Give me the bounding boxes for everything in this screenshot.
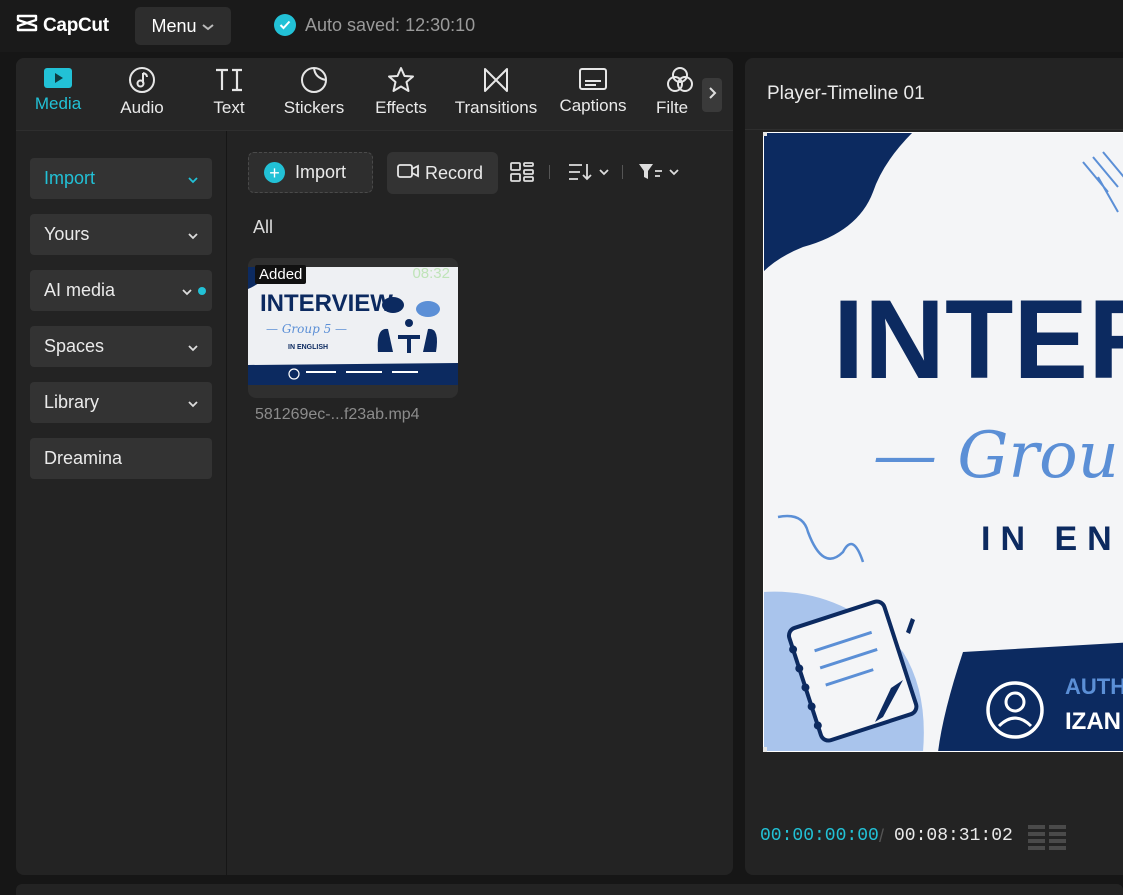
preview-caption: IN ENG	[981, 520, 1123, 558]
tab-effects-label: Effects	[375, 98, 427, 117]
tab-transitions[interactable]: Transitions	[450, 66, 542, 126]
clip-duration: 08:32	[412, 265, 450, 282]
check-icon	[274, 14, 296, 36]
preview-author-name: IZAN	[1065, 708, 1121, 735]
sidebar-item-spaces[interactable]: Spaces	[30, 326, 212, 367]
camera-icon	[397, 163, 419, 184]
new-indicator-dot	[198, 287, 206, 295]
filters-icon	[666, 66, 694, 94]
sidebar-item-dreamina[interactable]: Dreamina	[30, 438, 212, 479]
media-clip[interactable]: INTERVIEW — Group 5 — IN ENGLISH Added 0…	[248, 258, 458, 398]
video-preview[interactable]: INTER — Grou IN ENG AUTH IZAN	[763, 132, 1123, 752]
tab-filters-label: Filte	[656, 98, 689, 117]
app-logo: CapCut	[16, 12, 109, 39]
tab-media[interactable]: Media	[30, 66, 86, 126]
scroll-tabs-right-button[interactable]	[702, 78, 722, 112]
preview-author-label: AUTH	[1065, 674, 1123, 699]
autosave-text: Auto saved: 12:30:10	[305, 14, 476, 35]
chevron-right-icon	[707, 86, 717, 105]
preview-subline: — Grou	[873, 419, 1119, 493]
media-content: + Import Record All INTERVIEW — Group 5 …	[227, 131, 733, 875]
toolbar-divider	[622, 165, 623, 179]
sidebar-item-yours[interactable]: Yours	[30, 214, 212, 255]
capcut-logo-icon	[16, 12, 38, 39]
plus-icon: +	[264, 162, 285, 183]
tab-stickers-label: Stickers	[283, 98, 345, 117]
tool-tabs: Media Audio Text Stickers Effects Transi…	[16, 58, 733, 131]
chevron-down-icon	[201, 16, 215, 37]
sidebar-item-label: Import	[44, 168, 96, 188]
thumb-caption: IN ENGLISH	[288, 344, 328, 351]
tab-text[interactable]: Text	[202, 66, 256, 126]
chevron-down-icon	[188, 392, 198, 413]
import-label: Import	[295, 162, 347, 182]
sidebar-item-label: Dreamina	[44, 448, 123, 468]
grid-view-icon[interactable]	[510, 162, 534, 182]
filter-icon[interactable]	[638, 162, 682, 182]
tab-text-label: Text	[213, 98, 245, 117]
sidebar-item-import[interactable]: Import	[30, 158, 212, 199]
tab-media-label: Media	[34, 94, 82, 113]
divider	[745, 129, 1123, 130]
player-panel: Player-Timeline 01 INTER — Grou IN ENG A…	[745, 58, 1123, 875]
tab-stickers[interactable]: Stickers	[278, 66, 350, 126]
top-bar: CapCut Menu Auto saved: 12:30:10	[0, 0, 1123, 52]
chevron-down-icon	[182, 280, 192, 301]
sidebar-item-label: Spaces	[44, 336, 105, 356]
tab-captions-label: Captions	[559, 96, 627, 115]
current-timecode: 00:00:00:00	[760, 826, 879, 846]
chevron-down-icon	[188, 168, 198, 189]
sidebar-item-label: Library	[44, 392, 100, 412]
total-timecode: 00:08:31:02	[894, 826, 1013, 846]
preview-headline: INTER	[833, 277, 1123, 402]
tab-captions[interactable]: Captions	[556, 66, 630, 126]
sidebar-item-ai-media[interactable]: AI media	[30, 270, 212, 311]
tab-audio-label: Audio	[120, 98, 164, 117]
tab-transitions-label: Transitions	[454, 98, 538, 117]
sidebar-item-label: AI media	[44, 280, 116, 300]
added-badge: Added	[255, 265, 307, 284]
app-name: CapCut	[43, 14, 109, 36]
chevron-down-icon	[188, 336, 198, 357]
media-panel: Media Audio Text Stickers Effects Transi…	[16, 58, 733, 875]
stickers-icon	[300, 66, 328, 94]
menu-button[interactable]: Menu	[135, 7, 231, 45]
audio-icon	[128, 66, 156, 94]
player-title: Player-Timeline 01	[767, 83, 925, 104]
chevron-down-icon	[188, 224, 198, 245]
clip-thumbnail: INTERVIEW — Group 5 — IN ENGLISH	[248, 267, 458, 385]
tab-audio[interactable]: Audio	[112, 66, 172, 126]
import-button[interactable]: + Import	[248, 152, 373, 193]
toolbar-divider	[549, 165, 550, 179]
autosave-status: Auto saved: 12:30:10	[274, 14, 475, 36]
media-sidebar: Import Yours AI media Spaces Library Dre…	[16, 131, 227, 875]
record-button[interactable]: Record	[387, 152, 498, 194]
sidebar-item-library[interactable]: Library	[30, 382, 212, 423]
timecode-separator: /	[879, 826, 885, 846]
thumb-title: INTERVIEW	[260, 290, 393, 317]
menu-label: Menu	[151, 15, 197, 36]
thumb-subtitle: — Group 5 —	[266, 322, 347, 336]
timeline-panel-edge	[16, 884, 1123, 895]
text-icon	[214, 66, 244, 94]
sidebar-item-label: Yours	[44, 224, 90, 244]
tab-filters[interactable]: Filte	[656, 66, 700, 126]
media-icon	[43, 66, 73, 90]
record-label: Record	[425, 162, 484, 183]
clip-filename: 581269ec-...f23ab.mp4	[255, 406, 420, 423]
tab-effects[interactable]: Effects	[370, 66, 432, 126]
audio-meter-icon[interactable]	[1028, 825, 1066, 856]
sort-icon[interactable]	[568, 162, 610, 182]
effects-icon	[386, 66, 416, 94]
filter-all-label: All	[253, 217, 274, 237]
captions-icon	[578, 66, 608, 92]
transitions-icon	[482, 66, 510, 94]
